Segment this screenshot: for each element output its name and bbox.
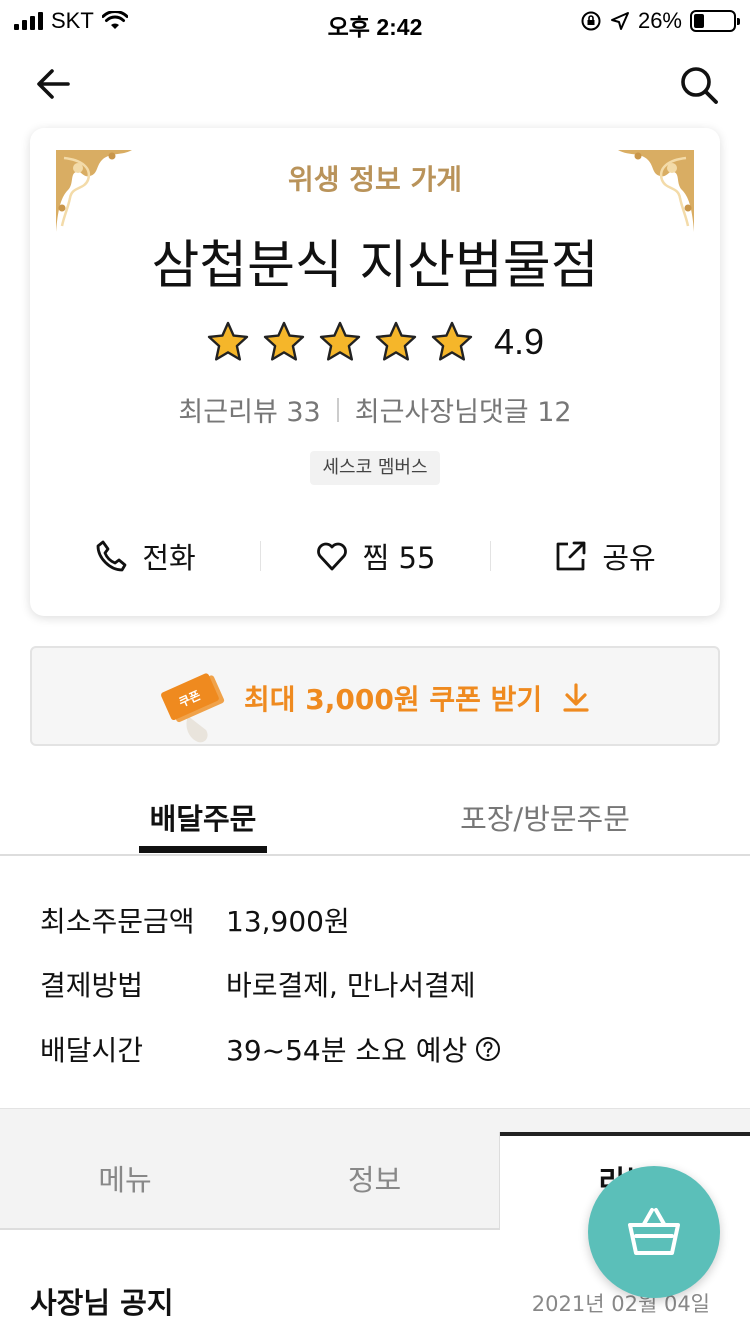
rotation-lock-icon xyxy=(581,11,601,31)
active-tab-indicator xyxy=(139,846,267,853)
battery-percent: 26% xyxy=(637,8,682,33)
recent-reviews-link[interactable]: 최근리뷰 33 xyxy=(178,390,320,429)
heart-icon xyxy=(316,542,347,571)
star-rating xyxy=(206,320,474,364)
battery-level-fill xyxy=(694,14,704,28)
status-right: 26% xyxy=(580,8,740,34)
star-icon xyxy=(207,321,249,361)
call-button[interactable]: 전화 xyxy=(30,528,260,584)
section-separator xyxy=(0,1108,750,1134)
delivery-time-text: 39~54분 소요 예상 xyxy=(226,1034,468,1067)
help-icon[interactable] xyxy=(475,1036,501,1062)
min-order-amount: 13,900원 xyxy=(226,905,350,938)
tab-menu[interactable]: 메뉴 xyxy=(0,1132,250,1230)
member-badge: 세스코 멤버스 xyxy=(310,451,440,485)
store-card: 위생 정보 가게 삼첩분식 지산범물점 4.9 최근리뷰 33 최근사장님댓글 … xyxy=(30,128,720,616)
store-name: 삼첩분식 지산범물점 xyxy=(151,236,599,296)
hygiene-label: 위생 정보 가게 xyxy=(287,163,463,196)
search-icon[interactable] xyxy=(678,64,720,106)
like-button[interactable]: 찜 55 xyxy=(260,528,490,584)
tab-info[interactable]: 정보 xyxy=(250,1132,500,1230)
delivery-time-value: 39~54분 소요 예상 xyxy=(226,1029,501,1069)
payment-value: 바로결제, 만나서결제 xyxy=(226,964,476,1004)
location-icon xyxy=(610,12,629,30)
divider xyxy=(336,397,339,422)
like-label: 찜 55 xyxy=(362,541,436,575)
rating-row: 4.9 xyxy=(30,320,720,364)
min-order-label: 최소주문금액 xyxy=(40,905,195,938)
star-icon xyxy=(319,321,361,361)
star-icon xyxy=(263,321,305,361)
cart-button[interactable] xyxy=(588,1166,720,1298)
store-actions: 전화 찜 55 공유 xyxy=(30,528,720,584)
share-button[interactable]: 공유 xyxy=(490,528,720,584)
coupon-ticket-icon: 쿠폰 xyxy=(161,673,225,743)
status-bar: SKT 오후 2:42 26% xyxy=(0,0,750,40)
share-icon xyxy=(556,541,586,571)
notice-date: 2021년 02월 04일 xyxy=(531,1292,710,1316)
download-arrow-icon xyxy=(563,683,589,712)
basket-icon xyxy=(628,1208,680,1255)
call-label: 전화 xyxy=(142,541,196,575)
arrow-left-icon[interactable] xyxy=(34,64,74,104)
review-stats: 최근리뷰 33 최근사장님댓글 12 xyxy=(30,390,720,429)
share-label: 공유 xyxy=(602,541,656,575)
coupon-label: 최대 3,000원 쿠폰 받기 xyxy=(244,683,543,716)
notice-title: 사장님 공지 xyxy=(30,1286,174,1320)
star-icon xyxy=(431,321,473,361)
rating-value: 4.9 xyxy=(493,321,545,362)
tab-delivery[interactable]: 배달주문 xyxy=(140,796,266,838)
owner-replies-link[interactable]: 최근사장님댓글 12 xyxy=(355,390,572,429)
payment-label: 결제방법 xyxy=(40,969,144,1002)
delivery-time-label: 배달시간 xyxy=(40,1034,144,1067)
coupon-banner[interactable]: 쿠폰 최대 3,000원 쿠폰 받기 xyxy=(30,646,720,746)
battery-icon xyxy=(690,10,740,32)
payment-methods: 바로결제, 만나서결제 xyxy=(226,969,476,1002)
tab-pickup[interactable]: 포장/방문주문 xyxy=(440,796,650,838)
star-icon xyxy=(375,321,417,361)
phone-icon xyxy=(96,540,127,572)
min-order-value: 13,900원 xyxy=(226,900,350,940)
order-type-tabs: 배달주문 포장/방문주문 xyxy=(0,780,750,856)
